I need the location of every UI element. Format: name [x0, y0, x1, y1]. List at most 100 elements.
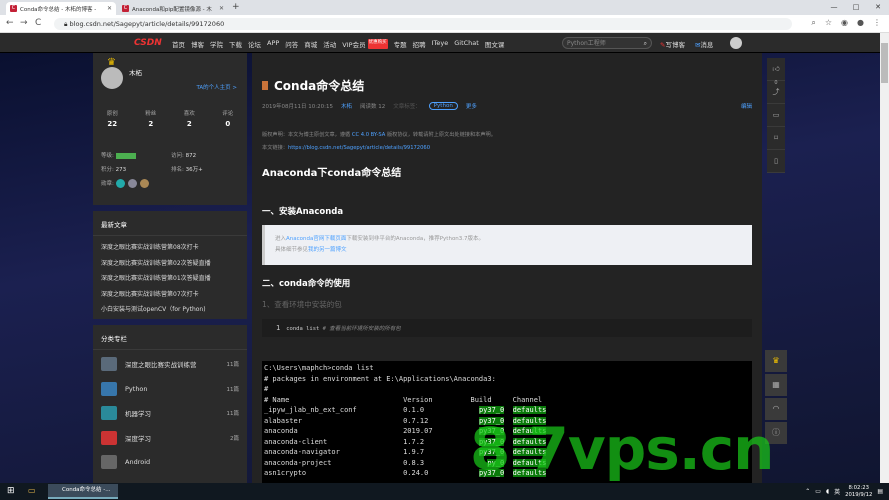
- author-avatar[interactable]: [101, 67, 123, 89]
- author-home-link[interactable]: TA的个人主页 >: [196, 83, 237, 91]
- stat-comments[interactable]: 评论 0: [209, 109, 248, 128]
- code-block[interactable]: 1 conda list # 查看当前环境所安装的所有包: [262, 319, 752, 337]
- category-item[interactable]: 深度之眼比赛实战训练营 11篇: [101, 352, 239, 377]
- forward-button[interactable]: →: [20, 18, 28, 28]
- nav-mall[interactable]: 商城: [304, 39, 317, 49]
- nav-courses[interactable]: 图文课: [485, 39, 505, 49]
- extension-icon[interactable]: ◉: [841, 18, 848, 28]
- network-icon[interactable]: ▭: [815, 488, 821, 495]
- category-item[interactable]: 深度学习 2篇: [101, 426, 239, 451]
- stat-fans[interactable]: 粉丝 2: [132, 109, 171, 128]
- qr-button[interactable]: ▦: [765, 374, 787, 396]
- new-tab-button[interactable]: +: [232, 2, 240, 12]
- profile-icon[interactable]: ●: [857, 18, 864, 28]
- reload-button[interactable]: C: [35, 18, 41, 28]
- sidebar: ♛ 木柘 TA的个人主页 > 原创 22 粉丝 2 喜欢 2 评论 0 等级: 访问: …: [93, 53, 247, 483]
- stat-likes[interactable]: 喜欢 2: [170, 109, 209, 128]
- write-blog-button[interactable]: ✎写博客: [660, 39, 685, 49]
- stat-original[interactable]: 原创 22: [93, 109, 132, 128]
- vip-button[interactable]: ♛: [765, 350, 787, 372]
- comment-button[interactable]: ▭: [767, 104, 785, 127]
- tab-conda-summary[interactable]: C Conda命令总结 - 木柘的博客 - ✕: [6, 2, 116, 15]
- category-thumb-icon: [101, 406, 117, 421]
- nav-topic[interactable]: 专题: [394, 39, 407, 49]
- tab-anaconda-pip[interactable]: C Anaconda和pip配置镜像源 - 木 ✕: [118, 2, 228, 15]
- bookmark-star-icon[interactable]: ☆: [825, 18, 832, 28]
- badge-icon[interactable]: [127, 179, 137, 188]
- terminal-header: # packages in environment at E:\Applicat…: [264, 374, 496, 383]
- category-name: Python: [125, 384, 148, 393]
- site-search-input[interactable]: Python工程师 ⌕: [562, 37, 652, 49]
- phone-icon: ▯: [774, 157, 778, 165]
- messages-button[interactable]: ✉消息: [695, 39, 713, 49]
- system-tray: ⌃ ▭ ◖ 英 8:02:23 2019/9/12 ▤: [805, 485, 883, 498]
- nav-activity[interactable]: 活动: [323, 39, 336, 49]
- nav-download[interactable]: 下载: [229, 39, 242, 49]
- recent-article-link[interactable]: 深度之眼比赛实战训练营第02次答疑直播: [101, 256, 239, 272]
- article-permalink[interactable]: https://blog.csdn.net/Sagepyt/article/de…: [288, 145, 430, 151]
- recent-article-link[interactable]: 小白安装与测试openCV（for Python): [101, 302, 239, 318]
- badge-icon[interactable]: [139, 179, 149, 188]
- close-tab-icon[interactable]: ✕: [107, 5, 112, 12]
- back-button[interactable]: ←: [6, 18, 14, 28]
- other-post-link[interactable]: 我的另一篇博文: [308, 247, 347, 253]
- nav-blog[interactable]: 博客: [191, 39, 204, 49]
- windows-start-icon[interactable]: ⊞: [7, 486, 15, 496]
- badges-row: 勋章:: [101, 177, 241, 191]
- stat-value: 22: [107, 120, 118, 128]
- nav-college[interactable]: 学院: [210, 39, 223, 49]
- nav-vip[interactable]: VIP会员: [342, 39, 365, 49]
- nav-app[interactable]: APP: [267, 39, 279, 49]
- tray-up-icon[interactable]: ⌃: [805, 488, 810, 495]
- file-explorer-icon[interactable]: ▭: [28, 486, 36, 495]
- nav-forum[interactable]: 论坛: [248, 39, 261, 49]
- scrollbar-thumb[interactable]: [881, 43, 888, 83]
- category-item[interactable]: Python 11篇: [101, 377, 239, 402]
- nav-qa[interactable]: 问答: [285, 39, 298, 49]
- url-text: blog.csdn.net/Sagepyt/article/details/99…: [69, 20, 225, 28]
- category-name: 深度之眼比赛实战训练营: [125, 361, 197, 370]
- share-button[interactable]: ⤴: [767, 81, 785, 104]
- zoom-icon[interactable]: ⌕: [811, 18, 815, 28]
- menu-dots-icon[interactable]: ⋮: [873, 18, 881, 28]
- nav-jobs[interactable]: 招聘: [413, 39, 426, 49]
- notifications-icon[interactable]: ▤: [877, 488, 883, 495]
- badge-icon[interactable]: [115, 179, 125, 188]
- edit-link[interactable]: 编辑: [741, 102, 752, 110]
- taskbar-chrome-task[interactable]: Conda命令总结 -...: [48, 484, 118, 499]
- user-avatar[interactable]: [730, 37, 742, 49]
- maximize-button[interactable]: □: [845, 1, 867, 13]
- category-item[interactable]: Android: [101, 450, 239, 475]
- author-stats: 原创 22 粉丝 2 喜欢 2 评论 0: [93, 109, 247, 128]
- url-field[interactable]: 🔒︎ blog.csdn.net/Sagepyt/article/details…: [54, 18, 792, 30]
- like-button[interactable]: 👍︎0: [767, 58, 785, 86]
- article-toolbar: 👍︎0 ⤴ ▭ ⌑ ▯: [767, 58, 785, 173]
- anaconda-download-link[interactable]: Anaconda官网下载页面: [286, 236, 346, 242]
- nav-home[interactable]: 首页: [172, 39, 185, 49]
- author-name[interactable]: 木柘: [129, 67, 142, 77]
- bookmark-button[interactable]: ⌑: [767, 127, 785, 150]
- nav-iteye[interactable]: ITeye: [432, 39, 449, 49]
- close-tab-icon[interactable]: ✕: [219, 5, 224, 12]
- license-link[interactable]: CC 4.0 BY-SA: [352, 132, 385, 138]
- category-item[interactable]: 机器学习 11篇: [101, 401, 239, 426]
- close-window-button[interactable]: ✕: [867, 1, 889, 13]
- tag-python[interactable]: Python: [428, 102, 458, 110]
- nav-gitchat[interactable]: GitChat: [454, 39, 479, 49]
- level-label: 等级:: [101, 153, 114, 159]
- recent-article-link[interactable]: 深度之眼比赛实战训练营第01次答疑直播: [101, 271, 239, 287]
- clock[interactable]: 8:02:23 2019/9/12: [845, 485, 872, 498]
- recent-article-link[interactable]: 深度之眼比赛实战训练营第08次打卡: [101, 240, 239, 256]
- csdn-logo[interactable]: CSDN: [134, 38, 162, 48]
- minimize-button[interactable]: —: [823, 1, 845, 13]
- clock-time: 8:02:23: [848, 485, 869, 491]
- search-icon[interactable]: ⌕: [644, 38, 647, 49]
- volume-icon[interactable]: ◖: [826, 488, 829, 495]
- heading-usage: 二、conda命令的使用: [262, 279, 351, 289]
- ime-indicator[interactable]: 英: [834, 487, 840, 496]
- mobile-button[interactable]: ▯: [767, 150, 785, 173]
- page-scrollbar[interactable]: [880, 33, 889, 483]
- more-tags-link[interactable]: 更多: [466, 102, 477, 110]
- recent-article-link[interactable]: 深度之眼比赛实战训练营第07次打卡: [101, 287, 239, 303]
- article-author[interactable]: 木柘: [341, 102, 352, 110]
